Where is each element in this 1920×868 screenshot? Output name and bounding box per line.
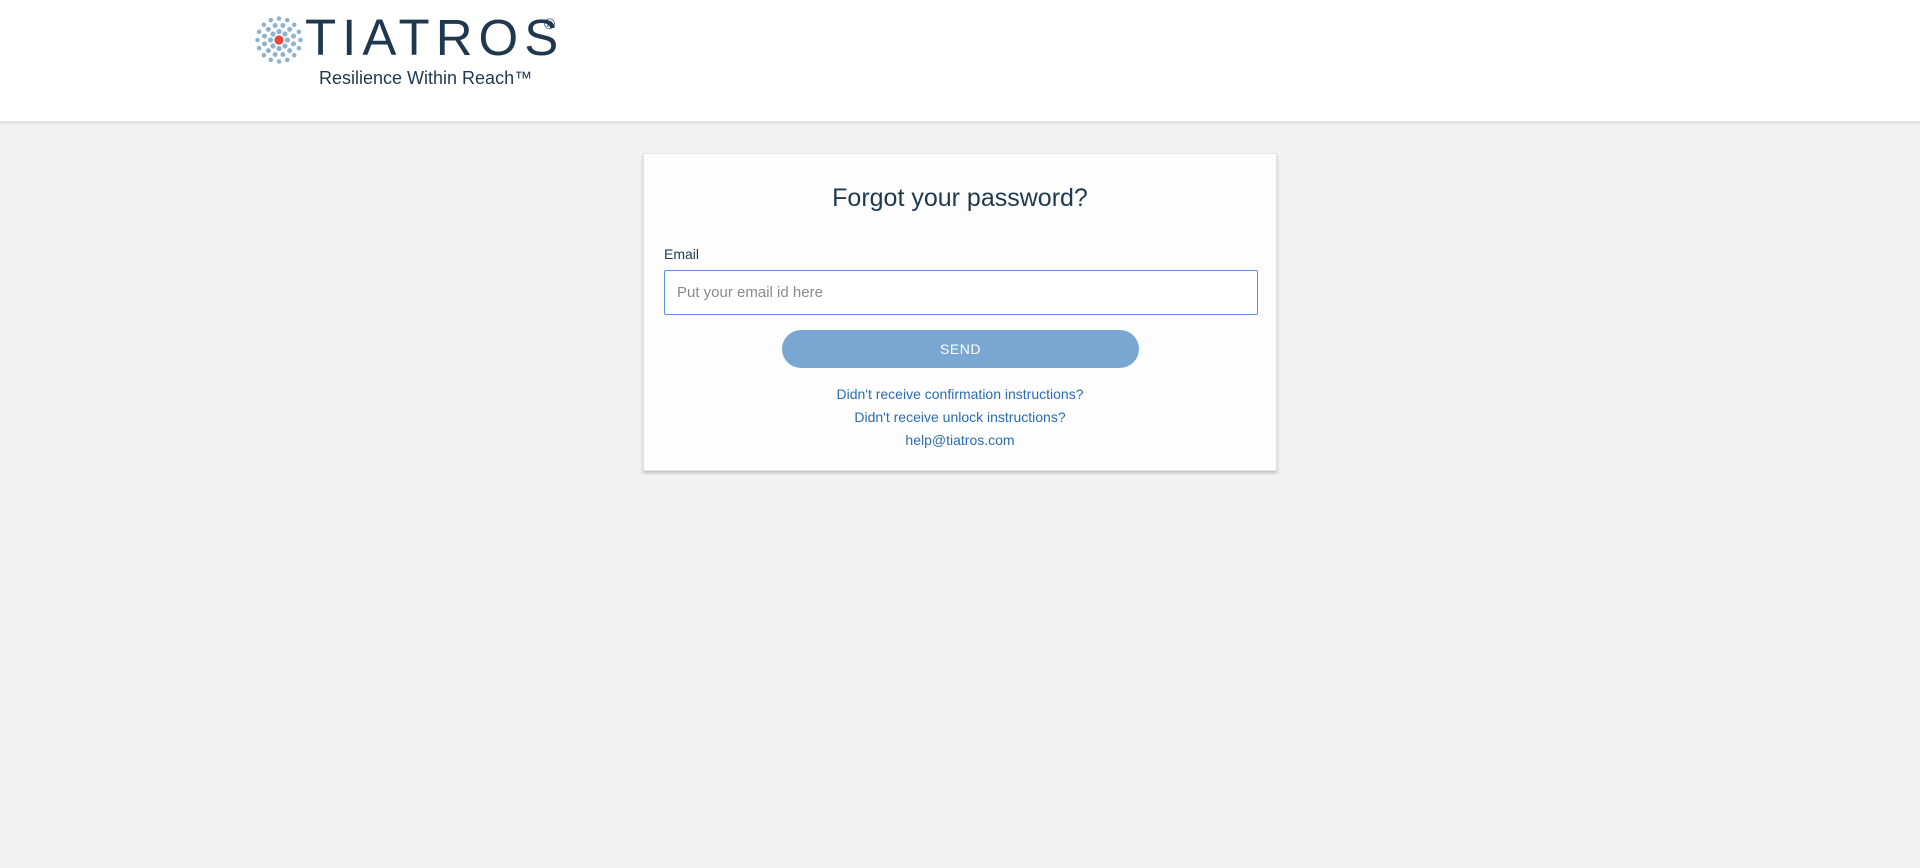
email-field[interactable]	[664, 270, 1258, 315]
help-email-link[interactable]: help@tiatros.com	[644, 429, 1276, 452]
site-header: TIATROS ® Resilience Within Reach™	[0, 0, 1920, 122]
send-button[interactable]: SEND	[782, 330, 1139, 368]
confirmation-instructions-link[interactable]: Didn't receive confirmation instructions…	[644, 383, 1276, 406]
email-label: Email	[664, 246, 700, 262]
forgot-password-card: Forgot your password? Email SEND Didn't …	[643, 153, 1277, 471]
logo-wordmark: TIATROS	[305, 9, 565, 66]
tiatros-logo[interactable]: TIATROS ® Resilience Within Reach™	[255, 9, 565, 94]
registered-mark: ®	[544, 16, 556, 33]
help-links: Didn't receive confirmation instructions…	[644, 383, 1276, 452]
logo-tagline: Resilience Within Reach™	[319, 68, 533, 88]
unlock-instructions-link[interactable]: Didn't receive unlock instructions?	[644, 406, 1276, 429]
dot-burst-icon	[255, 16, 303, 64]
page-title: Forgot your password?	[832, 184, 1088, 212]
